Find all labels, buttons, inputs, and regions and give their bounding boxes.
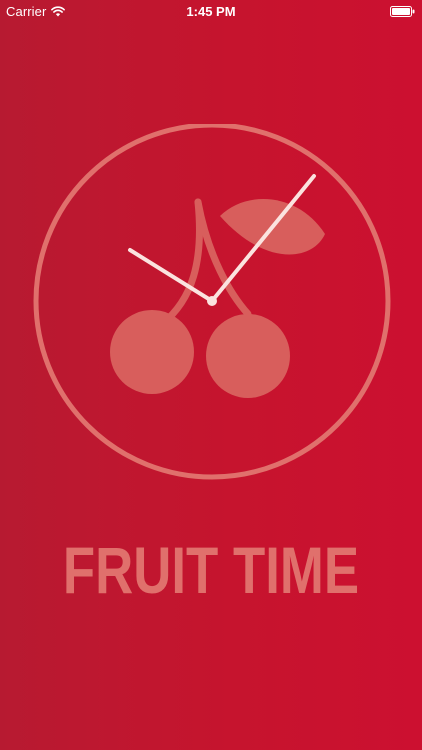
battery-full-icon bbox=[390, 6, 415, 17]
cherry-left bbox=[110, 310, 194, 394]
cherry-right bbox=[206, 314, 290, 398]
status-bar: Carrier 1:45 PM bbox=[0, 0, 422, 24]
clock-center bbox=[207, 296, 217, 306]
app-title: FRUIT TIME bbox=[62, 533, 360, 607]
status-time: 1:45 PM bbox=[186, 4, 236, 19]
cherry-icon bbox=[110, 198, 325, 398]
cherry-clock-icon bbox=[33, 124, 391, 480]
splash-screen: Carrier 1:45 PM FRUIT TIME bbox=[0, 0, 422, 750]
cherry-stem-left bbox=[158, 198, 203, 328]
